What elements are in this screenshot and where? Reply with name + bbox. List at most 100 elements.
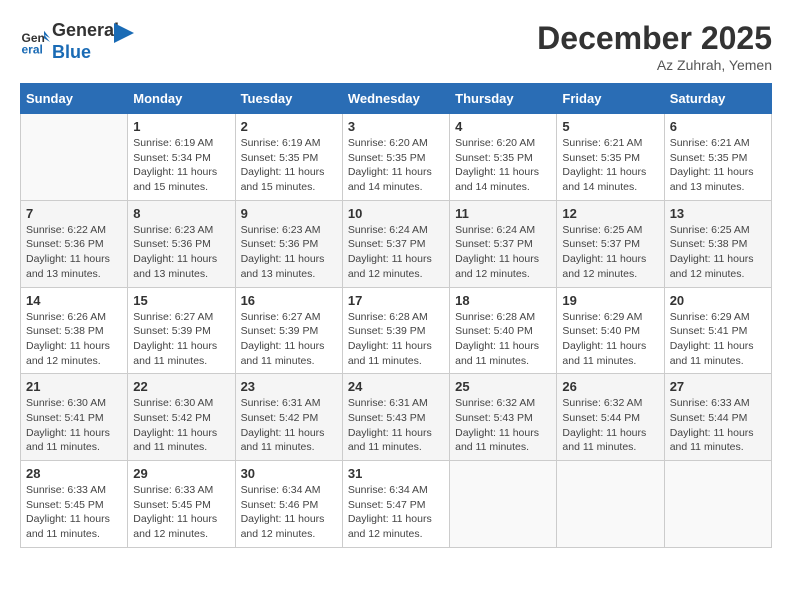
- day-info: Sunrise: 6:25 AMSunset: 5:38 PMDaylight:…: [670, 223, 766, 282]
- calendar-cell: 24Sunrise: 6:31 AMSunset: 5:43 PMDayligh…: [342, 374, 449, 461]
- day-number: 21: [26, 379, 122, 394]
- calendar-week-4: 21 Sunrise: 6:30 AMSunset: 5:41 PMDayligh…: [21, 374, 772, 461]
- calendar-week-2: 7 Sunrise: 6:22 AMSunset: 5:36 PMDaylight…: [21, 200, 772, 287]
- day-info: Sunrise: 6:33 AMSunset: 5:45 PMDaylight:…: [26, 483, 122, 542]
- day-number: 10: [348, 206, 444, 221]
- day-number: 19: [562, 293, 658, 308]
- day-number: 30: [241, 466, 337, 481]
- calendar-cell: 23 Sunrise: 6:31 AMSunset: 5:42 PMDayligh…: [235, 374, 342, 461]
- calendar-week-5: 28Sunrise: 6:33 AMSunset: 5:45 PMDayligh…: [21, 461, 772, 548]
- calendar-cell: 1Sunrise: 6:19 AMSunset: 5:34 PMDaylight…: [128, 114, 235, 201]
- calendar-week-1: 1Sunrise: 6:19 AMSunset: 5:34 PMDaylight…: [21, 114, 772, 201]
- day-info: Sunrise: 6:33 AMSunset: 5:44 PMDaylight:…: [670, 396, 766, 455]
- header-row: Sunday Monday Tuesday Wednesday Thursday…: [21, 84, 772, 114]
- day-number: 18: [455, 293, 551, 308]
- calendar-cell: [664, 461, 771, 548]
- calendar-cell: 29Sunrise: 6:33 AMSunset: 5:45 PMDayligh…: [128, 461, 235, 548]
- calendar-cell: 26 Sunrise: 6:32 AMSunset: 5:44 PMDayligh…: [557, 374, 664, 461]
- calendar-cell: 13 Sunrise: 6:25 AMSunset: 5:38 PMDayligh…: [664, 200, 771, 287]
- day-info: Sunrise: 6:24 AMSunset: 5:37 PMDaylight:…: [348, 223, 444, 282]
- header-friday: Friday: [557, 84, 664, 114]
- calendar-cell: 12 Sunrise: 6:25 AMSunset: 5:37 PMDayligh…: [557, 200, 664, 287]
- calendar-cell: 20 Sunrise: 6:29 AMSunset: 5:41 PMDayligh…: [664, 287, 771, 374]
- calendar-table: Sunday Monday Tuesday Wednesday Thursday…: [20, 83, 772, 548]
- calendar-cell: 30 Sunrise: 6:34 AMSunset: 5:46 PMDayligh…: [235, 461, 342, 548]
- day-number: 14: [26, 293, 122, 308]
- day-info: Sunrise: 6:29 AMSunset: 5:41 PMDaylight:…: [670, 310, 766, 369]
- calendar-cell: [450, 461, 557, 548]
- day-info: Sunrise: 6:31 AMSunset: 5:42 PMDaylight:…: [241, 396, 337, 455]
- logo: Gen eral General Blue: [20, 20, 134, 63]
- calendar-cell: 16Sunrise: 6:27 AMSunset: 5:39 PMDayligh…: [235, 287, 342, 374]
- day-number: 26: [562, 379, 658, 394]
- day-info: Sunrise: 6:32 AMSunset: 5:44 PMDaylight:…: [562, 396, 658, 455]
- day-number: 13: [670, 206, 766, 221]
- day-number: 8: [133, 206, 229, 221]
- day-number: 15: [133, 293, 229, 308]
- day-info: Sunrise: 6:28 AMSunset: 5:39 PMDaylight:…: [348, 310, 444, 369]
- calendar-cell: 2 Sunrise: 6:19 AMSunset: 5:35 PMDaylight…: [235, 114, 342, 201]
- day-number: 23: [241, 379, 337, 394]
- day-number: 2: [241, 119, 337, 134]
- day-number: 5: [562, 119, 658, 134]
- calendar-cell: 27 Sunrise: 6:33 AMSunset: 5:44 PMDayligh…: [664, 374, 771, 461]
- calendar-cell: 18 Sunrise: 6:28 AMSunset: 5:40 PMDayligh…: [450, 287, 557, 374]
- calendar-cell: 14 Sunrise: 6:26 AMSunset: 5:38 PMDayligh…: [21, 287, 128, 374]
- day-number: 1: [133, 119, 229, 134]
- day-info: Sunrise: 6:22 AMSunset: 5:36 PMDaylight:…: [26, 223, 122, 282]
- calendar-cell: 10 Sunrise: 6:24 AMSunset: 5:37 PMDayligh…: [342, 200, 449, 287]
- calendar-cell: [557, 461, 664, 548]
- calendar-cell: 21 Sunrise: 6:30 AMSunset: 5:41 PMDayligh…: [21, 374, 128, 461]
- header-thursday: Thursday: [450, 84, 557, 114]
- day-info: Sunrise: 6:27 AMSunset: 5:39 PMDaylight:…: [241, 310, 337, 369]
- calendar-cell: 9Sunrise: 6:23 AMSunset: 5:36 PMDaylight…: [235, 200, 342, 287]
- calendar-cell: 7 Sunrise: 6:22 AMSunset: 5:36 PMDaylight…: [21, 200, 128, 287]
- header-wednesday: Wednesday: [342, 84, 449, 114]
- calendar-cell: 8 Sunrise: 6:23 AMSunset: 5:36 PMDaylight…: [128, 200, 235, 287]
- calendar-cell: 4Sunrise: 6:20 AMSunset: 5:35 PMDaylight…: [450, 114, 557, 201]
- calendar-cell: 6 Sunrise: 6:21 AMSunset: 5:35 PMDaylight…: [664, 114, 771, 201]
- day-number: 29: [133, 466, 229, 481]
- day-number: 6: [670, 119, 766, 134]
- day-number: 25: [455, 379, 551, 394]
- location-subtitle: Az Zuhrah, Yemen: [537, 57, 772, 73]
- day-info: Sunrise: 6:27 AMSunset: 5:39 PMDaylight:…: [133, 310, 229, 369]
- day-number: 31: [348, 466, 444, 481]
- day-info: Sunrise: 6:21 AMSunset: 5:35 PMDaylight:…: [670, 136, 766, 195]
- day-info: Sunrise: 6:21 AMSunset: 5:35 PMDaylight:…: [562, 136, 658, 195]
- day-number: 27: [670, 379, 766, 394]
- day-number: 7: [26, 206, 122, 221]
- day-info: Sunrise: 6:34 AMSunset: 5:47 PMDaylight:…: [348, 483, 444, 542]
- day-number: 3: [348, 119, 444, 134]
- day-info: Sunrise: 6:30 AMSunset: 5:42 PMDaylight:…: [133, 396, 229, 455]
- day-info: Sunrise: 6:34 AMSunset: 5:46 PMDaylight:…: [241, 483, 337, 542]
- calendar-cell: 28Sunrise: 6:33 AMSunset: 5:45 PMDayligh…: [21, 461, 128, 548]
- calendar-cell: 11Sunrise: 6:24 AMSunset: 5:37 PMDayligh…: [450, 200, 557, 287]
- day-info: Sunrise: 6:26 AMSunset: 5:38 PMDaylight:…: [26, 310, 122, 369]
- header-tuesday: Tuesday: [235, 84, 342, 114]
- calendar-cell: 5 Sunrise: 6:21 AMSunset: 5:35 PMDaylight…: [557, 114, 664, 201]
- header-saturday: Saturday: [664, 84, 771, 114]
- day-number: 22: [133, 379, 229, 394]
- day-info: Sunrise: 6:20 AMSunset: 5:35 PMDaylight:…: [348, 136, 444, 195]
- calendar-cell: 25Sunrise: 6:32 AMSunset: 5:43 PMDayligh…: [450, 374, 557, 461]
- header-sunday: Sunday: [21, 84, 128, 114]
- day-info: Sunrise: 6:31 AMSunset: 5:43 PMDaylight:…: [348, 396, 444, 455]
- day-info: Sunrise: 6:29 AMSunset: 5:40 PMDaylight:…: [562, 310, 658, 369]
- day-info: Sunrise: 6:23 AMSunset: 5:36 PMDaylight:…: [133, 223, 229, 282]
- calendar-cell: 3 Sunrise: 6:20 AMSunset: 5:35 PMDaylight…: [342, 114, 449, 201]
- day-number: 17: [348, 293, 444, 308]
- day-info: Sunrise: 6:30 AMSunset: 5:41 PMDaylight:…: [26, 396, 122, 455]
- day-number: 12: [562, 206, 658, 221]
- header-monday: Monday: [128, 84, 235, 114]
- day-info: Sunrise: 6:25 AMSunset: 5:37 PMDaylight:…: [562, 223, 658, 282]
- day-number: 11: [455, 206, 551, 221]
- day-info: Sunrise: 6:19 AMSunset: 5:35 PMDaylight:…: [241, 136, 337, 195]
- calendar-header: Sunday Monday Tuesday Wednesday Thursday…: [21, 84, 772, 114]
- day-number: 20: [670, 293, 766, 308]
- day-number: 9: [241, 206, 337, 221]
- svg-text:eral: eral: [22, 42, 43, 56]
- day-info: Sunrise: 6:28 AMSunset: 5:40 PMDaylight:…: [455, 310, 551, 369]
- day-number: 4: [455, 119, 551, 134]
- calendar-cell: 19 Sunrise: 6:29 AMSunset: 5:40 PMDayligh…: [557, 287, 664, 374]
